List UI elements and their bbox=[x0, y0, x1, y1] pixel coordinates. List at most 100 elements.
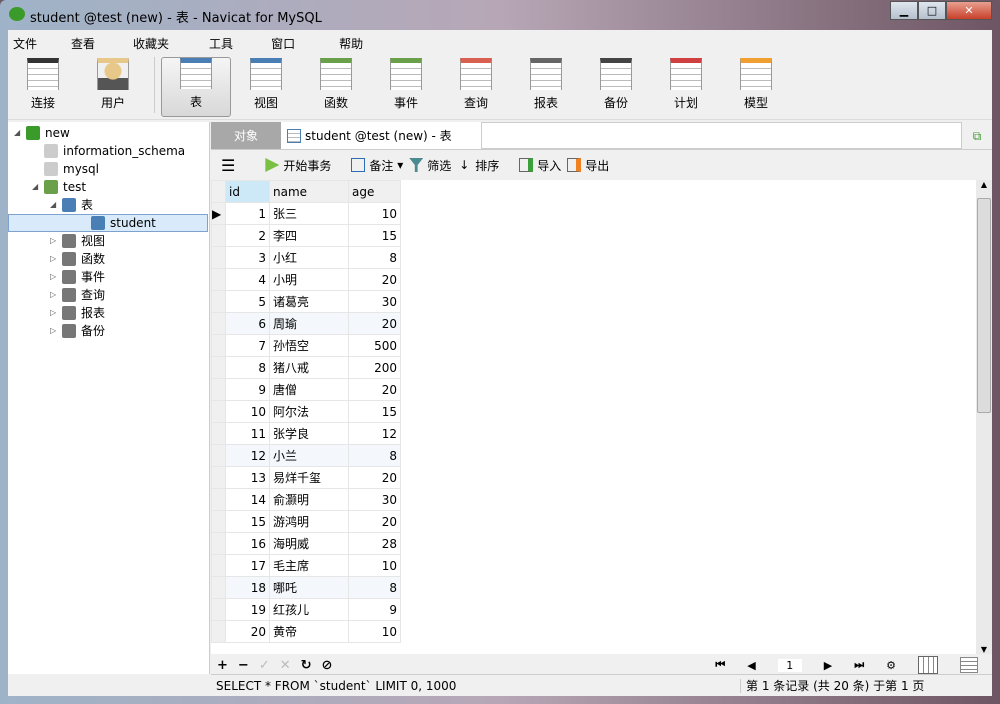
cell-id[interactable]: 17 bbox=[225, 554, 270, 577]
next-page-button[interactable]: ▶ bbox=[824, 659, 832, 672]
cell-id[interactable]: 18 bbox=[225, 576, 270, 599]
column-header-id[interactable]: id bbox=[225, 180, 270, 203]
table-row[interactable]: 8 猪八戒 200 bbox=[211, 356, 401, 379]
tree-group-2[interactable]: ▷ 事件 bbox=[50, 268, 105, 286]
cell-name[interactable]: 小明 bbox=[269, 268, 349, 291]
first-page-button[interactable]: ⏮ bbox=[715, 658, 725, 672]
row-indicator[interactable] bbox=[211, 356, 226, 379]
cell-age[interactable]: 10 bbox=[348, 554, 401, 577]
maximize-button[interactable]: □ bbox=[918, 1, 946, 20]
cell-id[interactable]: 20 bbox=[225, 620, 270, 643]
toolbar-button-schedule[interactable]: 计划 bbox=[651, 57, 721, 117]
tab-objects[interactable]: 对象 bbox=[211, 122, 281, 149]
cell-id[interactable]: 15 bbox=[225, 510, 270, 533]
cell-name[interactable]: 游鸿明 bbox=[269, 510, 349, 533]
cell-age[interactable]: 8 bbox=[348, 444, 401, 467]
cell-age[interactable]: 10 bbox=[348, 202, 401, 225]
minimize-button[interactable]: ▁ bbox=[890, 1, 918, 20]
row-indicator[interactable] bbox=[211, 378, 226, 401]
table-row[interactable]: 20 黄帝 10 bbox=[211, 620, 401, 643]
row-indicator[interactable] bbox=[211, 290, 226, 313]
form-view-icon[interactable] bbox=[960, 657, 978, 673]
cell-id[interactable]: 13 bbox=[225, 466, 270, 489]
cell-id[interactable]: 12 bbox=[225, 444, 270, 467]
toolbar-button-report[interactable]: 报表 bbox=[511, 57, 581, 117]
cell-age[interactable]: 20 bbox=[348, 466, 401, 489]
cell-name[interactable]: 阿尔法 bbox=[269, 400, 349, 423]
tree-db-test[interactable]: ◢ test bbox=[32, 178, 86, 196]
cancel-edit-button[interactable]: ✕ bbox=[280, 658, 291, 673]
delete-record-button[interactable]: − bbox=[238, 658, 249, 673]
table-row[interactable]: 5 诸葛亮 30 bbox=[211, 290, 401, 313]
tree-group-0[interactable]: ▷ 视图 bbox=[50, 232, 105, 250]
cell-id[interactable]: 9 bbox=[225, 378, 270, 401]
cell-id[interactable]: 1 bbox=[225, 202, 270, 225]
menu-item-1[interactable]: 查看 bbox=[71, 35, 107, 52]
cell-age[interactable]: 20 bbox=[348, 268, 401, 291]
expand-arrow-icon[interactable]: ▷ bbox=[50, 268, 60, 286]
row-indicator[interactable] bbox=[211, 466, 226, 489]
expand-arrow-icon[interactable]: ▷ bbox=[50, 322, 60, 340]
row-indicator[interactable] bbox=[211, 268, 226, 291]
prev-page-button[interactable]: ◀ bbox=[747, 659, 755, 672]
expand-arrow-icon[interactable]: ◢ bbox=[32, 178, 42, 196]
cell-id[interactable]: 4 bbox=[225, 268, 270, 291]
cell-age[interactable]: 30 bbox=[348, 290, 401, 313]
toolbar-button-event[interactable]: 事件 bbox=[371, 57, 441, 117]
begin-transaction-button[interactable]: 开始事务 bbox=[265, 157, 331, 174]
export-button[interactable]: 导出 bbox=[567, 157, 609, 174]
cell-age[interactable]: 10 bbox=[348, 620, 401, 643]
new-tab-icon[interactable]: ⧉ bbox=[962, 122, 992, 149]
tree-db-mysql[interactable]: mysql bbox=[32, 160, 99, 178]
cell-age[interactable]: 8 bbox=[348, 246, 401, 269]
row-indicator[interactable] bbox=[211, 444, 226, 467]
row-indicator[interactable] bbox=[211, 246, 226, 269]
cell-age[interactable]: 500 bbox=[348, 334, 401, 357]
toolbar-button-query[interactable]: 查询 bbox=[441, 57, 511, 117]
cell-age[interactable]: 8 bbox=[348, 576, 401, 599]
cell-name[interactable]: 小兰 bbox=[269, 444, 349, 467]
row-indicator[interactable] bbox=[211, 620, 226, 643]
stop-button[interactable]: ⊘ bbox=[322, 658, 333, 673]
column-header-name[interactable]: name bbox=[269, 180, 349, 203]
cell-name[interactable]: 唐僧 bbox=[269, 378, 349, 401]
table-row[interactable]: 13 易烊千玺 20 bbox=[211, 466, 401, 489]
toolbar-button-user[interactable]: 用户 bbox=[78, 57, 148, 117]
toolbar-button-model[interactable]: 模型 bbox=[721, 57, 791, 117]
row-indicator[interactable] bbox=[211, 510, 226, 533]
table-row[interactable]: 15 游鸿明 20 bbox=[211, 510, 401, 533]
table-row[interactable]: 10 阿尔法 15 bbox=[211, 400, 401, 423]
row-indicator[interactable] bbox=[211, 532, 226, 555]
expand-arrow-icon[interactable]: ▷ bbox=[50, 250, 60, 268]
row-indicator[interactable]: ▶ bbox=[211, 202, 226, 225]
cell-name[interactable]: 俞灏明 bbox=[269, 488, 349, 511]
cell-age[interactable]: 30 bbox=[348, 488, 401, 511]
cell-age[interactable]: 28 bbox=[348, 532, 401, 555]
expand-arrow-icon[interactable]: ▷ bbox=[50, 304, 60, 322]
expand-arrow-icon[interactable]: ◢ bbox=[14, 124, 24, 142]
add-record-button[interactable]: + bbox=[217, 658, 228, 673]
toolbar-button-table[interactable]: 表 bbox=[161, 57, 231, 117]
cell-name[interactable]: 猪八戒 bbox=[269, 356, 349, 379]
cell-name[interactable]: 诸葛亮 bbox=[269, 290, 349, 313]
cell-id[interactable]: 19 bbox=[225, 598, 270, 621]
cell-age[interactable]: 20 bbox=[348, 378, 401, 401]
grid-view-icon[interactable] bbox=[918, 656, 938, 674]
tree-table-student[interactable]: student bbox=[8, 214, 208, 232]
tree-group-5[interactable]: ▷ 备份 bbox=[50, 322, 105, 340]
menu-item-5[interactable]: 帮助 bbox=[339, 35, 375, 52]
cell-name[interactable]: 李四 bbox=[269, 224, 349, 247]
table-row[interactable]: ▶ 1 张三 10 bbox=[211, 202, 401, 225]
expand-arrow-icon[interactable]: ▷ bbox=[50, 232, 60, 250]
table-row[interactable]: 19 红孩儿 9 bbox=[211, 598, 401, 621]
cell-id[interactable]: 11 bbox=[225, 422, 270, 445]
apply-button[interactable]: ✓ bbox=[259, 658, 270, 673]
toolbar-button-view[interactable]: 视图 bbox=[231, 57, 301, 117]
table-row[interactable]: 4 小明 20 bbox=[211, 268, 401, 291]
menu-item-4[interactable]: 窗口 bbox=[271, 35, 307, 52]
row-indicator[interactable] bbox=[211, 598, 226, 621]
cell-name[interactable]: 黄帝 bbox=[269, 620, 349, 643]
note-button[interactable]: 备注 ▾ bbox=[351, 157, 403, 174]
cell-age[interactable]: 15 bbox=[348, 400, 401, 423]
cell-id[interactable]: 7 bbox=[225, 334, 270, 357]
